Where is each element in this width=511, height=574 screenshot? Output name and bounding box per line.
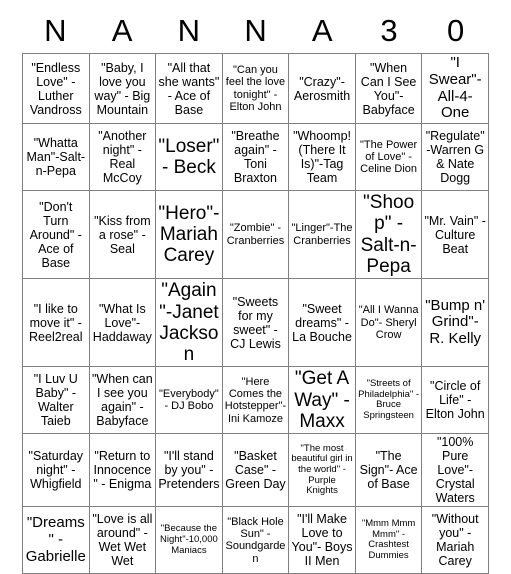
bingo-cell[interactable]: "Sweet dreams" - La Bouche — [288, 278, 356, 368]
title-letter-5: A — [311, 13, 333, 48]
bingo-cell[interactable]: "Whoomp! (There It Is)"-Tag Team — [288, 123, 356, 192]
bingo-cell[interactable]: "Breathe again" - Toni Braxton — [221, 123, 290, 192]
bingo-cell[interactable]: "Zombie" - Cranberries — [221, 190, 290, 280]
bingo-cell[interactable]: "Circle of Life" - Elton John — [421, 366, 489, 435]
bingo-cell[interactable]: "Black Hole Sun" - Soundgarden — [221, 506, 290, 574]
bingo-row: "Dreams" - Gabrielle "Love is all around… — [22, 506, 489, 574]
bingo-row: "I Luv U Baby" - Walter Taieb "When can … — [22, 366, 489, 435]
bingo-cell[interactable]: "Mr. Vain" - Culture Beat — [421, 190, 489, 280]
bingo-cell[interactable]: "When Can I See You"-Babyface — [354, 52, 423, 125]
bingo-row: "Endless Love" - Luther Vandross "Baby, … — [22, 52, 489, 125]
bingo-cell[interactable]: "All I Wanna Do"- Sheryl Crow — [354, 278, 423, 368]
bingo-cell[interactable]: "Because the Night"-10,000 Maniacs — [155, 506, 223, 574]
bingo-cell[interactable]: "Everybody" - DJ Bobo — [155, 366, 223, 435]
bingo-card-title-row: N A N N A 3 0 — [22, 8, 489, 53]
bingo-cell[interactable]: "Don't Turn Around" - Ace of Base — [22, 190, 90, 280]
bingo-cell[interactable]: "Mmm Mmm Mmm" - Crashtest Dummies — [354, 506, 423, 574]
bingo-cell[interactable]: "When can I see you again" - Babyface — [88, 366, 157, 435]
bingo-cell[interactable]: "Saturday night" - Whigfield — [22, 433, 90, 508]
bingo-cell[interactable]: "Endless Love" - Luther Vandross — [22, 52, 90, 125]
bingo-cell[interactable]: "Here Comes the Hotstepper"- Ini Kamoze — [221, 366, 290, 435]
title-letter-1: N — [44, 13, 67, 48]
bingo-row: "Saturday night" - Whigfield "Return to … — [22, 433, 489, 508]
bingo-row: "Whatta Man"-Salt-n-Pepa "Another night"… — [22, 123, 489, 192]
bingo-cell[interactable]: "Baby, I love you way" - Big Mountain — [88, 52, 157, 125]
bingo-row: "Don't Turn Around" - Ace of Base "Kiss … — [22, 190, 489, 280]
bingo-cell[interactable]: "Crazy"-Aerosmith — [288, 52, 356, 125]
bingo-cell[interactable]: "Sweets for my sweet" - CJ Lewis — [221, 278, 290, 368]
bingo-row: "I like to move it" - Reel2real "What Is… — [22, 278, 489, 368]
bingo-cell[interactable]: "Can you feel the love tonight" - Elton … — [221, 52, 290, 125]
bingo-cell[interactable]: "Get A Way" - Maxx — [288, 366, 356, 435]
bingo-cell[interactable]: "100% Pure Love"- Crystal Waters — [421, 433, 489, 508]
bingo-cell[interactable]: "Dreams" - Gabrielle — [22, 506, 90, 574]
bingo-cell[interactable]: "All that she wants" - Ace of Base — [155, 52, 223, 125]
bingo-cell[interactable]: "I Luv U Baby" - Walter Taieb — [22, 366, 90, 435]
bingo-cell[interactable]: "The Power of Love" - Celine Dion — [354, 123, 423, 192]
bingo-cell[interactable]: "What Is Love"-Haddaway — [88, 278, 157, 368]
bingo-cell[interactable]: "Another night" - Real McCoy — [88, 123, 157, 192]
bingo-cell[interactable]: "I'll Make Love to You"- Boys II Men — [288, 506, 356, 574]
title-letter-3: N — [177, 13, 200, 48]
bingo-cell[interactable]: "The most beautiful girl in the world" -… — [288, 433, 356, 508]
bingo-cell[interactable]: "Regulate"-Warren G & Nate Dogg — [421, 123, 489, 192]
title-letter-7: 0 — [447, 13, 465, 48]
bingo-cell[interactable]: "I Swear"-All-4-One — [421, 52, 489, 125]
bingo-cell[interactable]: "Hero"-Mariah Carey — [155, 190, 223, 280]
bingo-cell[interactable]: "Loser" - Beck — [155, 123, 223, 192]
title-letter-2: A — [111, 13, 133, 48]
bingo-cell[interactable]: "Whatta Man"-Salt-n-Pepa — [22, 123, 90, 192]
bingo-cell[interactable]: "Streets of Philadelphia" - Bruce Spring… — [354, 366, 423, 435]
bingo-cell[interactable]: "The Sign"- Ace of Base — [354, 433, 423, 508]
title-letter-4: N — [244, 13, 267, 48]
bingo-cell[interactable]: "Again"-Janet Jackson — [155, 278, 223, 368]
bingo-cell[interactable]: "Shoop" - Salt-n-Pepa — [354, 190, 423, 280]
bingo-cell[interactable]: "Linger"-The Cranberries — [288, 190, 356, 280]
bingo-cell[interactable]: "I like to move it" - Reel2real — [22, 278, 90, 368]
bingo-cell[interactable]: "Without you" - Mariah Carey — [421, 506, 489, 574]
bingo-grid: "Endless Love" - Luther Vandross "Baby, … — [22, 52, 489, 574]
bingo-cell[interactable]: "Return to Innocence" - Enigma — [88, 433, 157, 508]
bingo-cell[interactable]: "I'll stand by you" - Pretenders — [155, 433, 223, 508]
bingo-cell[interactable]: "Kiss from a rose" - Seal — [88, 190, 157, 280]
bingo-cell[interactable]: "Love is all around" - Wet Wet Wet — [88, 506, 157, 574]
bingo-cell[interactable]: "Bump n' Grind"- R. Kelly — [421, 278, 489, 368]
title-letter-6: 3 — [380, 13, 398, 48]
bingo-cell[interactable]: "Basket Case" - Green Day — [221, 433, 290, 508]
bingo-card: N A N N A 3 0 "Endless Love" - Luther Va… — [22, 8, 489, 574]
